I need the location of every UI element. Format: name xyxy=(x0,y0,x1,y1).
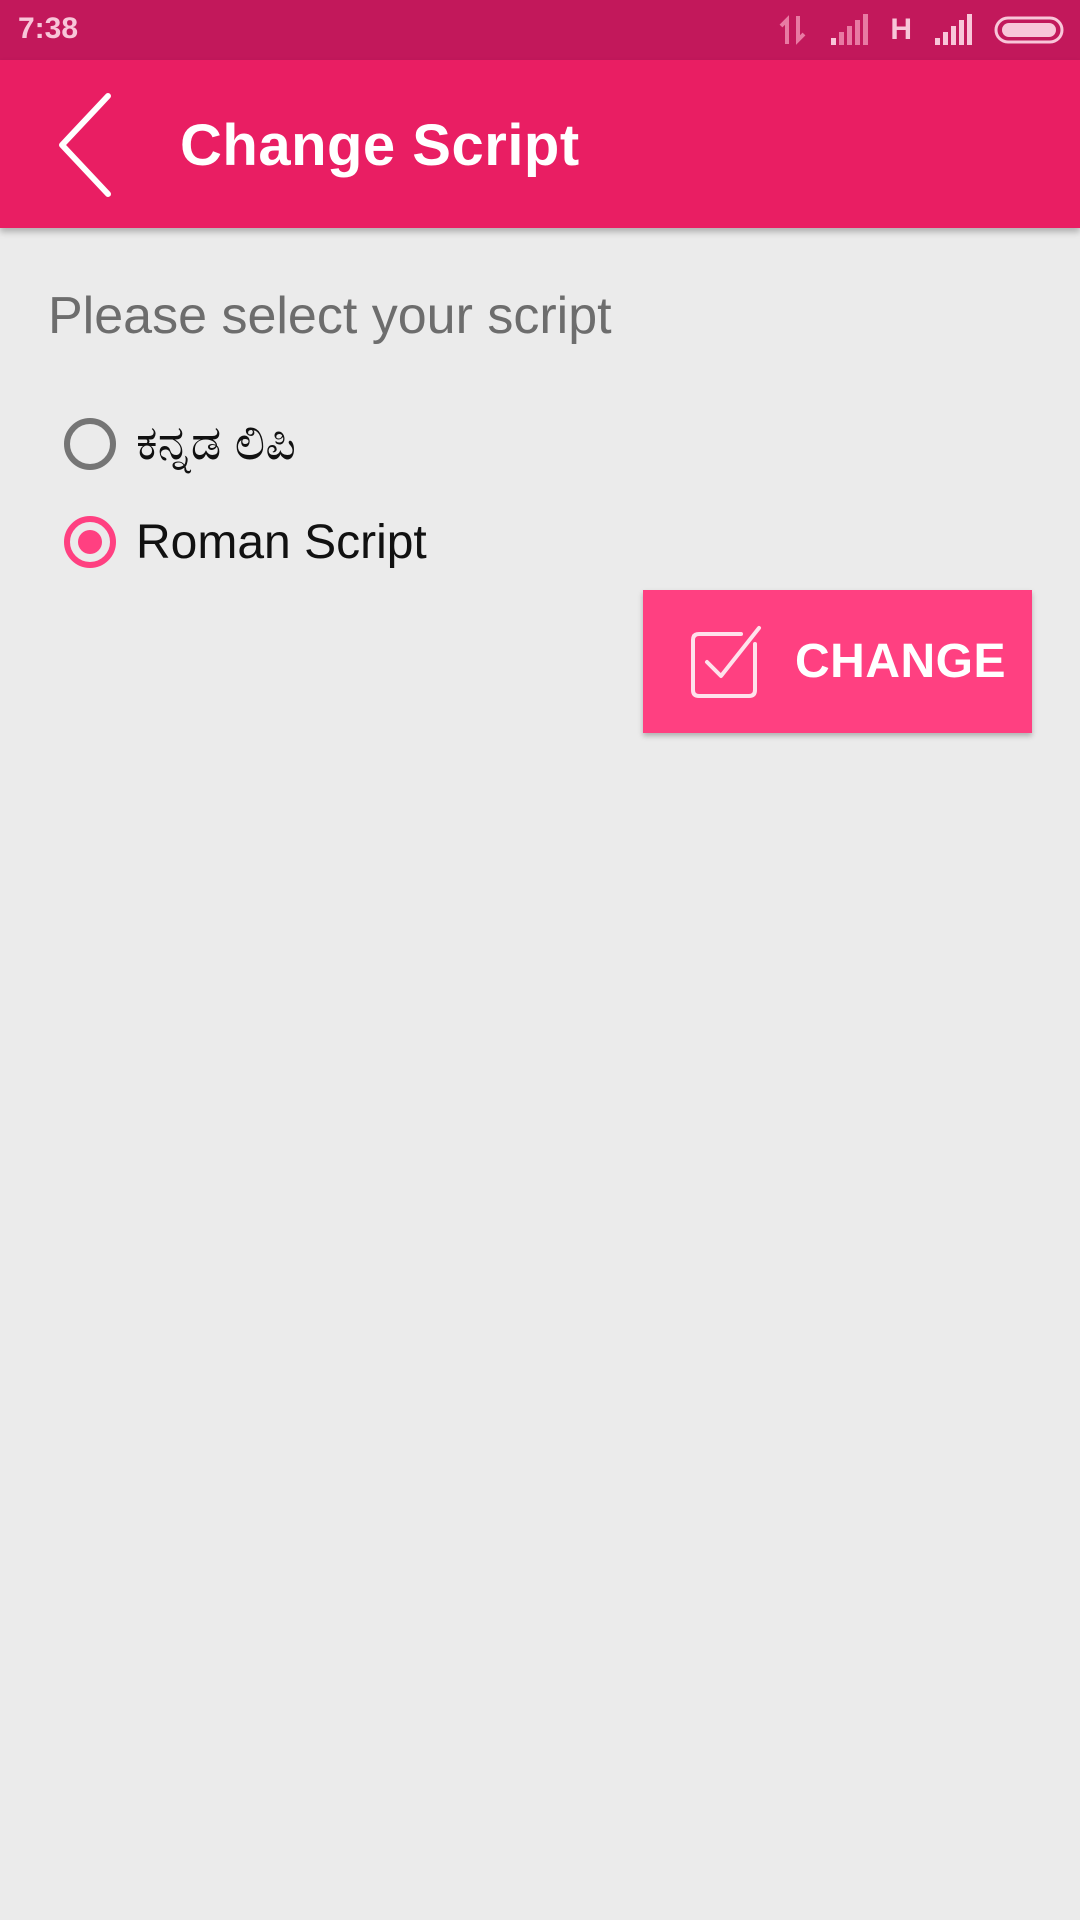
status-time: 7:38 xyxy=(18,12,79,45)
battery-icon xyxy=(994,16,1064,44)
network-type: H xyxy=(890,13,912,46)
select-script-prompt: Please select your script xyxy=(48,287,612,345)
radio-label-kannada: ಕನ್ನಡ ಲಿಪಿ xyxy=(136,417,297,470)
radio-button-kannada[interactable] xyxy=(64,418,116,470)
radio-button-roman[interactable] xyxy=(64,516,116,568)
checkbox-checked-icon xyxy=(691,625,761,698)
status-icons: H xyxy=(778,12,1066,48)
status-bar: 7:38 H xyxy=(0,0,1080,60)
radio-option-kannada[interactable]: ಕನ್ನಡ ಲಿಪಿ xyxy=(64,412,296,476)
app-bar: Change Script xyxy=(0,60,1080,228)
back-arrow-icon xyxy=(59,93,111,197)
page-title: Change Script xyxy=(180,113,580,178)
signal-weak-icon xyxy=(831,14,869,45)
signal-full-icon xyxy=(935,14,972,45)
back-button[interactable] xyxy=(40,90,130,200)
data-activity-icon xyxy=(779,15,806,45)
radio-option-roman[interactable]: Roman Script xyxy=(64,510,427,574)
radio-label-roman: Roman Script xyxy=(136,515,427,569)
change-button[interactable]: CHANGE xyxy=(643,590,1032,733)
change-button-label: CHANGE xyxy=(795,635,1007,688)
